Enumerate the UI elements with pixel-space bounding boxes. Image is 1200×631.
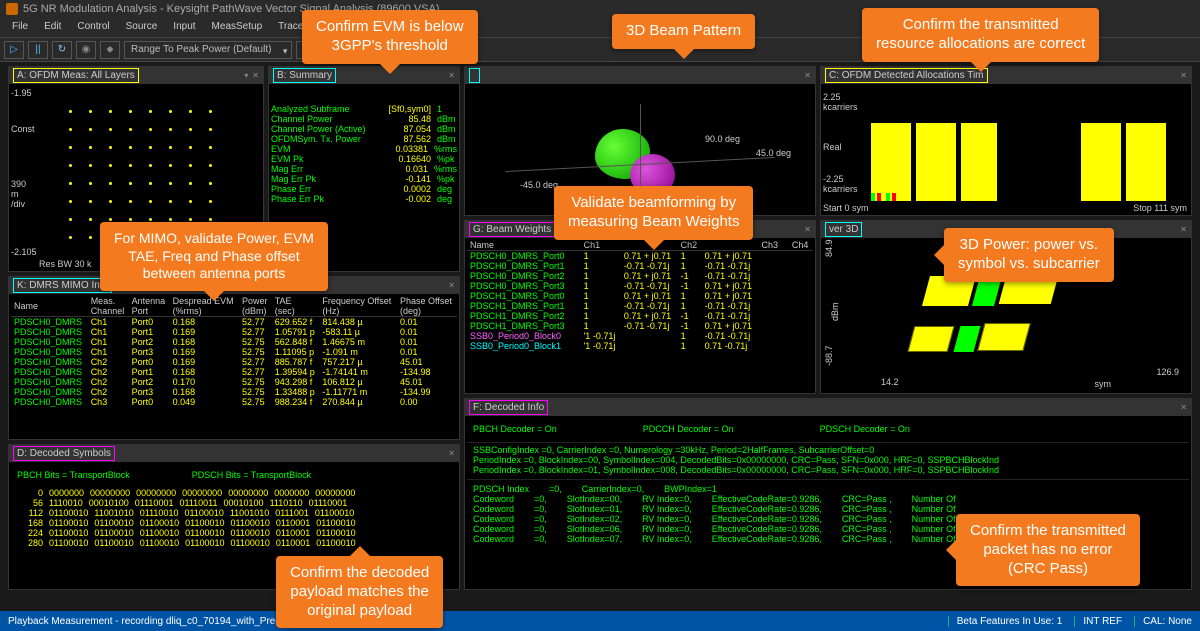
panel-beam3d-title [469, 68, 480, 83]
table-row: PDSCH0_DMRSCh2Port20.17052.75943.298 f10… [11, 377, 457, 387]
panel-a-xlab: Res BW 30 k [39, 259, 92, 269]
table-row: PDSCH0_DMRSCh2Port10.16852.771.39594 p-1… [11, 367, 457, 377]
table-row: PDSCH0_DMRSCh3Port00.04952.75988.234 f27… [11, 397, 457, 407]
panel-c-yl1: 2.25 kcarriers [823, 92, 858, 112]
dmrs-table: NameMeas. ChannelAntenna PortDespread EV… [11, 296, 457, 407]
status-intref: INT REF [1074, 616, 1122, 627]
p3d-axis2: 14.2 [881, 377, 899, 387]
close-icon[interactable]: ✕ [1180, 225, 1187, 234]
callout-mimo: For MIMO, validate Power, EVM TAE, Freq … [100, 222, 328, 291]
callout-crc: Confirm the transmitted packet has no er… [956, 514, 1140, 586]
callout-resource: Confirm the transmitted resource allocat… [862, 8, 1099, 62]
callout-beam3d: 3D Beam Pattern [612, 14, 755, 49]
panel-k-title: K: DMRS MIMO Info [13, 278, 112, 293]
panel-f-title: F: Decoded Info [469, 400, 548, 415]
panel-c-title: C: OFDM Detected Allocations Tim [825, 68, 988, 83]
alloc-bar [916, 123, 956, 201]
alloc-marker [892, 193, 896, 201]
table-row: PDSCH0_DMRSCh1Port10.16952.771.05791 p-5… [11, 327, 457, 337]
table-row: PDSCH0_DMRS_Port210.71 + j0.71-1-0.71 -0… [467, 271, 813, 281]
callout-evm: Confirm EVM is below 3GPP's threshold [302, 10, 478, 64]
refresh-button[interactable]: ↻ [52, 41, 72, 59]
power-block [977, 323, 1031, 351]
panel-g-title: G: Beam Weights [469, 222, 555, 237]
alloc-marker [886, 193, 890, 201]
app-icon [6, 3, 18, 15]
alloc-bar [871, 123, 911, 201]
close-icon[interactable]: ✕ [448, 71, 455, 80]
table-row: PDSCH0_DMRS_Port11-0.71 -0.71j1-0.71 -0.… [467, 261, 813, 271]
panel-a-title: A: OFDM Meas: All Layers [13, 68, 139, 83]
table-row: PDSCH0_DMRS_Port31-0.71 -0.71j-10.71 + j… [467, 281, 813, 291]
record-button[interactable]: ◉ [76, 41, 96, 59]
alloc-bar [961, 123, 997, 201]
alloc-bar [1126, 123, 1166, 201]
panel-k-dmrs-mimo: K: DMRS MIMO Info ✕ NameMeas. ChannelAnt… [8, 276, 460, 440]
callout-power3d: 3D Power: power vs. symbol vs. subcarrie… [944, 228, 1114, 282]
panel-c-yl2: Real [823, 142, 842, 152]
p3d-ybot: -88.7 [824, 345, 834, 366]
close-icon[interactable]: ✕ [1180, 403, 1187, 412]
close-icon[interactable]: ✕ [1180, 71, 1187, 80]
panel-d-title: D: Decoded Symbols [13, 446, 115, 461]
close-icon[interactable]: ✕ [804, 225, 811, 234]
close-icon[interactable]: ✕ [804, 71, 811, 80]
p3d-xlab: sym [1095, 379, 1112, 389]
panel-a-ytop: -1.95 [11, 88, 32, 98]
panel-power3d-title: ver 3D [825, 222, 862, 237]
power-block [954, 326, 981, 352]
menu-input[interactable]: Input [165, 18, 203, 37]
pause-button[interactable]: || [28, 41, 48, 59]
table-row: PDSCH0_DMRSCh1Port20.16852.75562.848 f1.… [11, 337, 457, 347]
panel-a-const: Const [11, 124, 35, 134]
power-block [908, 326, 955, 352]
table-row: PDSCH1_DMRS_Port11-0.71 -0.71j1-0.71 -0.… [467, 301, 813, 311]
beam3d-deg-top: 90.0 deg [705, 134, 740, 144]
settings-icon[interactable]: ▾ [244, 71, 248, 80]
panel-a-scale: 390 m /div [11, 179, 26, 209]
alloc-marker [871, 193, 875, 201]
table-row: SSB0_Period0_Block1'1 -0.71j10.71 -0.71j [467, 341, 813, 351]
menu-source[interactable]: Source [118, 18, 166, 37]
range-dropdown[interactable]: Range To Peak Power (Default) [124, 41, 292, 59]
table-row: SSB0_Period0_Block0'1 -0.71j1-0.71 -0.71… [467, 331, 813, 341]
alloc-bar [1081, 123, 1121, 201]
beam3d-deg-left: -45.0 deg [520, 180, 558, 190]
table-row: PDSCH1_DMRS_Port31-0.71 -0.71j-10.71 + j… [467, 321, 813, 331]
table-row: PDSCH0_DMRSCh1Port00.16852.77629.652 f81… [11, 317, 457, 328]
play-button[interactable]: ▷ [4, 41, 24, 59]
marker-button[interactable]: ⬥ [100, 41, 120, 59]
panel-c-yl3: -2.25 kcarriers [823, 174, 858, 194]
callout-payload: Confirm the decoded payload matches the … [276, 556, 443, 628]
table-row: PDSCH1_DMRS_Port210.71 + j0.71-1-0.71 -0… [467, 311, 813, 321]
menu-control[interactable]: Control [69, 18, 117, 37]
menu-edit[interactable]: Edit [36, 18, 69, 37]
panel-c-xl: Start 0 sym [823, 203, 869, 213]
menu-meassetup[interactable]: MeasSetup [204, 18, 271, 37]
table-row: PDSCH0_DMRSCh1Port30.16952.751.11095 p-1… [11, 347, 457, 357]
table-row: PDSCH1_DMRS_Port010.71 + j0.7110.71 + j0… [467, 291, 813, 301]
status-cal: CAL: None [1134, 616, 1192, 627]
panel-a-ybot: -2.105 [11, 247, 37, 257]
menu-file[interactable]: File [4, 18, 36, 37]
table-row: PDSCH0_DMRS_Port010.71 + j0.7110.71 + j0… [467, 251, 813, 262]
status-bar: Playback Measurement - recording dliq_c0… [0, 611, 1200, 631]
close-icon[interactable]: ✕ [252, 71, 259, 80]
panel-c-ofdm-alloc: C: OFDM Detected Allocations Tim ✕ 2.25 … [820, 66, 1192, 216]
alloc-marker [877, 193, 881, 201]
callout-beamweights: Validate beamforming by measuring Beam W… [554, 186, 753, 240]
p3d-ytop: 84.9 [824, 239, 834, 257]
table-row: PDSCH0_DMRSCh2Port30.16852.751.33488 p-1… [11, 387, 457, 397]
p3d-unit: dBm [830, 302, 840, 321]
table-row: PDSCH0_DMRSCh2Port00.16952.77885.787 f75… [11, 357, 457, 367]
status-beta: Beta Features In Use: 1 [948, 616, 1063, 627]
close-icon[interactable]: ✕ [448, 449, 455, 458]
panel-c-xr: Stop 111 sym [1133, 203, 1187, 213]
panel-b-title: B: Summary [273, 68, 336, 83]
panel-g-beam-weights: G: Beam Weights ✕ NameCh1Ch2Ch3Ch4PDSCH0… [464, 220, 816, 394]
close-icon[interactable]: ✕ [448, 281, 455, 290]
p3d-zlab: 126.9 [1156, 367, 1179, 377]
beam3d-deg-right: 45.0 deg [756, 148, 791, 158]
